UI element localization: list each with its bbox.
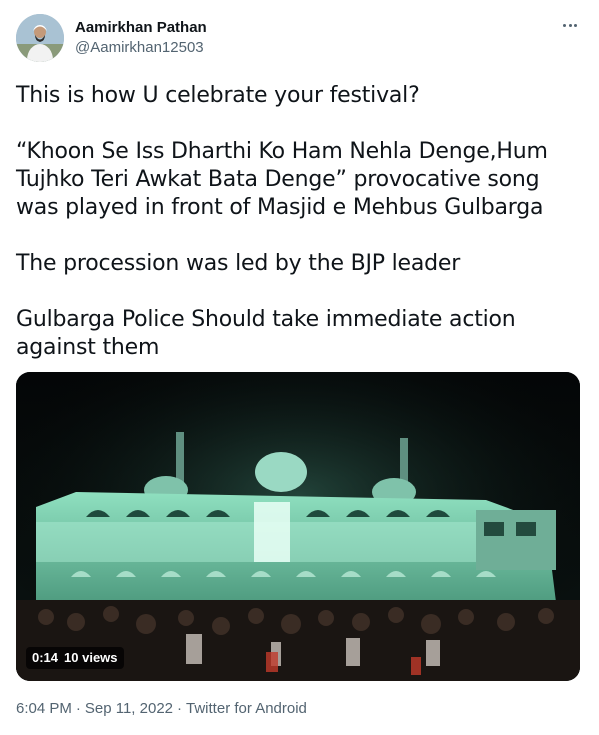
- author-avatar[interactable]: [16, 14, 64, 62]
- tweet-paragraph: Gulbarga Police Should take immediate ac…: [16, 307, 516, 360]
- author-handle[interactable]: @Aamirkhan12503: [75, 38, 207, 58]
- tweet-paragraph: “Khoon Se Iss Dharthi Ko Ham Nehla Denge…: [16, 139, 548, 220]
- video-info-badge: 0:14 10 views: [26, 647, 124, 669]
- author-block: Aamirkhan Pathan @Aamirkhan12503: [75, 18, 207, 58]
- tweet-meta: 6:04 PM · Sep 11, 2022 · Twitter for Android: [16, 699, 307, 719]
- tweet-date[interactable]: Sep 11, 2022: [85, 700, 173, 717]
- video-thumbnail: [16, 372, 580, 681]
- meta-separator: ·: [177, 700, 183, 717]
- author-display-name[interactable]: Aamirkhan Pathan: [75, 18, 207, 38]
- video-duration: 0:14: [32, 650, 59, 665]
- tweet-paragraph: The procession was led by the BJP leader: [16, 251, 461, 276]
- tweet-source-link[interactable]: Twitter for Android: [186, 700, 307, 717]
- video-player[interactable]: 0:14 10 views: [16, 372, 580, 681]
- profile-photo-icon: [16, 14, 64, 62]
- more-options-icon[interactable]: [559, 14, 581, 36]
- tweet-paragraph: This is how U celebrate your festival?: [16, 83, 420, 108]
- tweet-text: This is how U celebrate your festival? “…: [16, 82, 581, 390]
- video-views: 10 views: [64, 650, 118, 665]
- tweet-card: Aamirkhan Pathan @Aamirkhan12503 This is…: [0, 0, 599, 735]
- meta-separator: ·: [75, 700, 81, 717]
- tweet-time[interactable]: 6:04 PM: [16, 700, 72, 717]
